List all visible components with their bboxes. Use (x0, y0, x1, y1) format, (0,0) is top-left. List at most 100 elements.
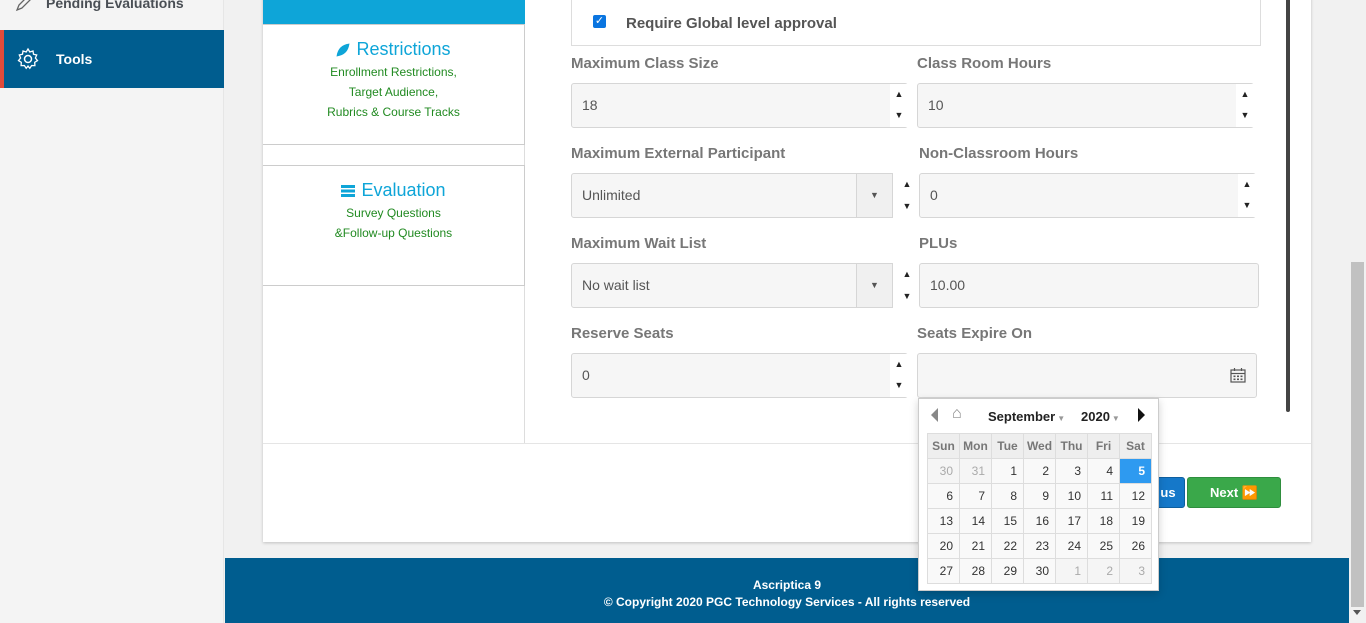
spin-down-icon[interactable]: ▼ (898, 195, 916, 217)
calendar-day[interactable]: 3 (1055, 458, 1088, 484)
reserve-seats-input[interactable]: 0 ▲ ▼ (571, 353, 908, 398)
calendar-day[interactable]: 28 (959, 558, 992, 584)
spin-down-icon[interactable]: ▼ (898, 285, 916, 307)
max-external-stepper[interactable]: ▲ ▼ (898, 173, 916, 218)
calendar-day[interactable]: 23 (1023, 533, 1056, 559)
next-month-icon[interactable] (1138, 408, 1145, 422)
non-classroom-hours-input[interactable]: 0 ▲ ▼ (919, 173, 1256, 218)
calendar-day[interactable]: 16 (1023, 508, 1056, 534)
wizard-step-nav: Restrictions Enrollment Restrictions, Ta… (263, 0, 525, 443)
plus-input[interactable]: 10.00 (919, 263, 1259, 308)
pencil-icon (15, 0, 31, 12)
year-select[interactable]: 2020 ▼ (1081, 409, 1120, 424)
calendar-day[interactable]: 20 (927, 533, 960, 559)
step-restrictions-line: Target Audience, (348, 85, 439, 99)
seats-expire-input[interactable] (917, 353, 1257, 398)
month-select[interactable]: September ▼ (988, 409, 1065, 424)
calendar-day[interactable]: 12 (1119, 483, 1152, 509)
scrollbar-thumb[interactable] (1351, 262, 1364, 607)
calendar-day[interactable]: 31 (959, 458, 992, 484)
next-button[interactable]: Next ⏩ (1187, 477, 1281, 508)
calendar-day[interactable]: 3 (1119, 558, 1152, 584)
home-icon[interactable]: ⌂ (952, 405, 962, 423)
weekday-header: Mon (959, 433, 992, 459)
class-room-hours-stepper[interactable]: ▲ ▼ (1236, 84, 1254, 127)
max-external-select[interactable]: Unlimited ▼ ▲ ▼ (571, 173, 916, 218)
page-footer: Ascriptica 9 © Copyright 2020 PGC Techno… (225, 558, 1349, 623)
calendar-day[interactable]: 1 (991, 458, 1024, 484)
spin-up-icon[interactable]: ▲ (1236, 84, 1254, 105)
calendar-day[interactable]: 27 (927, 558, 960, 584)
calendar-day[interactable]: 4 (1087, 458, 1120, 484)
calendar-day[interactable]: 10 (1055, 483, 1088, 509)
calendar-day[interactable]: 29 (991, 558, 1024, 584)
form-scrollbar[interactable] (1286, 0, 1290, 412)
spin-down-icon[interactable]: ▼ (890, 105, 908, 126)
calendar-day[interactable]: 19 (1119, 508, 1152, 534)
max-wait-list-select[interactable]: No wait list ▼ ▲ ▼ (571, 263, 916, 308)
non-classroom-hours-label: Non-Classroom Hours (919, 145, 1079, 162)
calendar-day[interactable]: 15 (991, 508, 1024, 534)
calendar-day[interactable]: 2 (1087, 558, 1120, 584)
spin-up-icon[interactable]: ▲ (898, 173, 916, 195)
scroll-down-icon[interactable] (1353, 610, 1361, 615)
active-step-tab[interactable] (263, 0, 525, 24)
non-classroom-hours-stepper[interactable]: ▲ ▼ (1238, 174, 1256, 217)
spin-up-icon[interactable]: ▲ (898, 263, 916, 285)
month-value: September (988, 409, 1056, 424)
calendar-day[interactable]: 7 (959, 483, 992, 509)
calendar-day[interactable]: 9 (1023, 483, 1056, 509)
max-wait-list-value[interactable]: No wait list (571, 263, 857, 308)
spin-up-icon[interactable]: ▲ (1238, 174, 1256, 195)
calendar-day[interactable]: 25 (1087, 533, 1120, 559)
chevron-down-icon[interactable]: ▼ (857, 173, 893, 218)
require-global-checkbox[interactable]: ✓ (593, 15, 606, 28)
datepicker-popup: ⌂ September ▼ 2020 ▼ Sun Mon Tue Wed Thu F… (918, 398, 1159, 591)
max-class-size-value: 18 (582, 97, 598, 113)
calendar-day-selected[interactable]: 5 (1119, 458, 1152, 484)
sidebar-item-pending-evaluations[interactable]: Pending Evaluations (0, 0, 224, 18)
calendar-day[interactable]: 11 (1087, 483, 1120, 509)
spin-up-icon[interactable]: ▲ (890, 84, 908, 105)
max-external-value[interactable]: Unlimited (571, 173, 857, 218)
calendar-day[interactable]: 1 (1055, 558, 1088, 584)
calendar-day[interactable]: 2 (1023, 458, 1056, 484)
max-wait-list-stepper[interactable]: ▲ ▼ (898, 263, 916, 308)
max-class-size-stepper[interactable]: ▲ ▼ (890, 84, 908, 127)
calendar-day[interactable]: 21 (959, 533, 992, 559)
chevron-down-icon: ▼ (1057, 414, 1066, 423)
prev-month-icon[interactable] (931, 408, 938, 422)
calendar-day[interactable]: 22 (991, 533, 1024, 559)
footer-copyright: © Copyright 2020 PGC Technology Services… (603, 595, 971, 609)
spin-down-icon[interactable]: ▼ (1238, 195, 1256, 216)
calendar-day[interactable]: 18 (1087, 508, 1120, 534)
year-value: 2020 (1081, 409, 1110, 424)
calendar-grid: Sun Mon Tue Wed Thu Fri Sat 30 31 1 2 3 … (927, 433, 1152, 584)
spin-up-icon[interactable]: ▲ (890, 354, 908, 375)
step-evaluation[interactable]: Evaluation Survey Questions &Follow-up Q… (263, 165, 525, 286)
reserve-seats-stepper[interactable]: ▲ ▼ (890, 354, 908, 397)
spin-down-icon[interactable]: ▼ (890, 375, 908, 396)
calendar-day[interactable]: 8 (991, 483, 1024, 509)
weekday-header: Sat (1119, 433, 1152, 459)
step-evaluation-line: &Follow-up Questions (334, 226, 453, 240)
page-scrollbar[interactable] (1349, 0, 1366, 623)
calendar-day[interactable]: 13 (927, 508, 960, 534)
calendar-day[interactable]: 14 (959, 508, 992, 534)
max-wait-list-label: Maximum Wait List (571, 235, 707, 252)
step-evaluation-line: Survey Questions (346, 206, 441, 220)
calendar-day[interactable]: 30 (927, 458, 960, 484)
calendar-day[interactable]: 26 (1119, 533, 1152, 559)
calendar-day[interactable]: 6 (927, 483, 960, 509)
class-room-hours-input[interactable]: 10 ▲ ▼ (917, 83, 1254, 128)
step-restrictions[interactable]: Restrictions Enrollment Restrictions, Ta… (263, 24, 525, 145)
sidebar-item-tools[interactable]: Tools (0, 30, 224, 88)
calendar-day[interactable]: 30 (1023, 558, 1056, 584)
chevron-down-icon[interactable]: ▼ (857, 263, 893, 308)
calendar-day[interactable]: 17 (1055, 508, 1088, 534)
footer-app-name: Ascriptica 9 (752, 578, 822, 592)
calendar-icon[interactable] (1230, 367, 1246, 383)
calendar-day[interactable]: 24 (1055, 533, 1088, 559)
max-class-size-input[interactable]: 18 ▲ ▼ (571, 83, 908, 128)
spin-down-icon[interactable]: ▼ (1236, 105, 1254, 126)
